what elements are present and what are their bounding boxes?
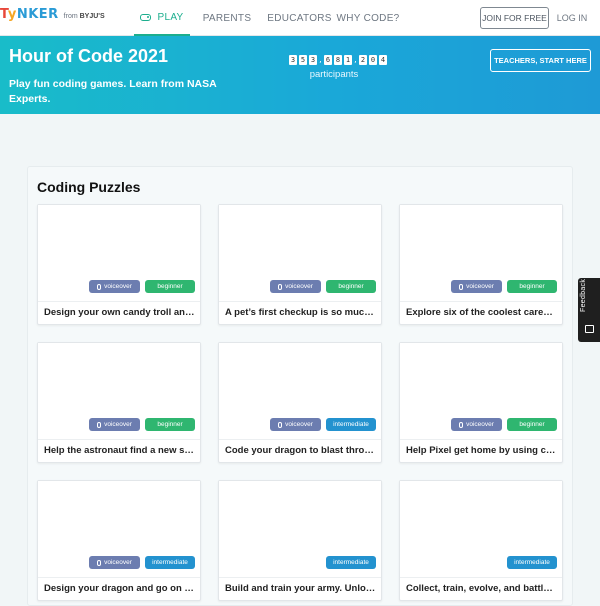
voiceover-label: voiceover (104, 283, 132, 290)
hero-subtitle: Play fun coding games. Learn from NASA E… (9, 78, 217, 105)
puzzle-card[interactable]: beginner voiceover A pet’s first checkup i… (218, 204, 382, 325)
level-badge: beginner (326, 280, 376, 293)
card-divider (38, 301, 200, 302)
puzzle-card[interactable]: intermediate Collect, train, evolve, and … (399, 480, 563, 601)
voiceover-label: voiceover (466, 421, 494, 428)
card-divider (400, 439, 562, 440)
counter-separator: , (318, 56, 323, 64)
card-divider (400, 577, 562, 578)
microphone-icon (97, 559, 102, 566)
voiceover-badge: voiceover (451, 418, 502, 431)
puzzle-card[interactable]: intermediate voiceover Code your dragon to… (218, 342, 382, 463)
nav-educators[interactable]: EDUCATORS (264, 0, 335, 36)
counter-digit: 6 (324, 55, 332, 65)
section-title: Coding Puzzles (37, 179, 141, 195)
puzzle-card[interactable]: beginner voiceover Explore six of the cool… (399, 204, 563, 325)
login-link[interactable]: LOG IN (552, 7, 592, 29)
counter-separator: , (353, 56, 358, 64)
nav-why-code[interactable]: WHY CODE? (335, 0, 401, 36)
level-badge: beginner (507, 418, 557, 431)
card-divider (400, 301, 562, 302)
counter-label: participants (309, 69, 359, 80)
nav-play[interactable]: PLAY (134, 0, 190, 36)
puzzle-card[interactable]: beginner voiceover Design your own candy t… (37, 204, 201, 325)
tynker-logo[interactable]: TyNKER from BYJU'S (0, 7, 105, 29)
feedback-icon (585, 325, 594, 333)
level-badge: intermediate (326, 418, 376, 431)
microphone-icon (278, 283, 283, 290)
counter-digit: 8 (334, 55, 342, 65)
voiceover-label: voiceover (285, 283, 313, 290)
voiceover-label: voiceover (466, 283, 494, 290)
nav-links: PLAY PARENTS EDUCATORS WHY CODE? (134, 0, 401, 36)
feedback-label: Feedback (580, 278, 587, 312)
teachers-start-here-button[interactable]: TEACHERS, START HERE (490, 49, 591, 72)
microphone-icon (278, 421, 283, 428)
puzzle-card[interactable]: intermediate Build and train your army. U… (218, 480, 382, 601)
counter-digit: 3 (309, 55, 317, 65)
card-divider (38, 577, 200, 578)
top-navbar: TyNKER from BYJU'S PLAY PARENTS EDUCATOR… (0, 0, 600, 36)
feedback-tab[interactable]: Feedback (578, 278, 600, 342)
card-caption: Design your own candy troll and make... (44, 307, 196, 318)
logo-wordmark: TyNKER (0, 7, 59, 22)
level-badge: beginner (145, 280, 195, 293)
voiceover-label: voiceover (285, 421, 313, 428)
hero-banner: Hour of Code 2021 Play fun coding games.… (0, 36, 600, 114)
voiceover-badge: voiceover (270, 280, 321, 293)
microphone-icon (459, 283, 464, 290)
card-caption: Collect, train, evolve, and battle monst… (406, 583, 558, 594)
card-caption: Build and train your army. Unlock... (225, 583, 377, 594)
microphone-icon (97, 283, 102, 290)
voiceover-badge: voiceover (270, 418, 321, 431)
puzzle-card[interactable]: intermediate voiceover Design your dragon … (37, 480, 201, 601)
card-caption: Explore six of the coolest careers in... (406, 307, 558, 318)
level-badge: beginner (145, 418, 195, 431)
card-divider (219, 577, 381, 578)
level-badge: intermediate (507, 556, 557, 569)
microphone-icon (97, 421, 102, 428)
participant-counter: 353,681,204 (289, 55, 387, 65)
card-divider (38, 439, 200, 440)
voiceover-badge: voiceover (89, 418, 140, 431)
counter-digit: 4 (379, 55, 387, 65)
card-divider (219, 439, 381, 440)
puzzle-card[interactable]: beginner voiceover Help the astronaut find… (37, 342, 201, 463)
card-caption: Design your dragon and go on an adventur… (44, 583, 196, 594)
voiceover-badge: voiceover (89, 556, 140, 569)
level-badge: beginner (507, 280, 557, 293)
nav-parents[interactable]: PARENTS (190, 0, 264, 36)
counter-digit: 0 (369, 55, 377, 65)
level-badge: intermediate (145, 556, 195, 569)
join-for-free-button[interactable]: JOIN FOR FREE (480, 7, 549, 29)
gamepad-icon (140, 13, 152, 21)
counter-digit: 2 (359, 55, 367, 65)
card-caption: Code your dragon to blast through... (225, 445, 377, 456)
level-badge: intermediate (326, 556, 376, 569)
logo-from-text: from BYJU'S (63, 13, 105, 20)
counter-digit: 1 (344, 55, 352, 65)
voiceover-label: voiceover (104, 421, 132, 428)
counter-digit: 5 (299, 55, 307, 65)
puzzle-card[interactable]: beginner voiceover Help Pixel get home by … (399, 342, 563, 463)
voiceover-badge: voiceover (451, 280, 502, 293)
voiceover-badge: voiceover (89, 280, 140, 293)
card-caption: Help Pixel get home by using code... (406, 445, 558, 456)
page-title: Hour of Code 2021 (9, 46, 169, 66)
microphone-icon (459, 421, 464, 428)
card-divider (219, 301, 381, 302)
voiceover-label: voiceover (104, 559, 132, 566)
card-caption: A pet’s first checkup is so much fun! (225, 307, 377, 318)
card-caption: Help the astronaut find a new ship... (44, 445, 196, 456)
counter-digit: 3 (289, 55, 297, 65)
